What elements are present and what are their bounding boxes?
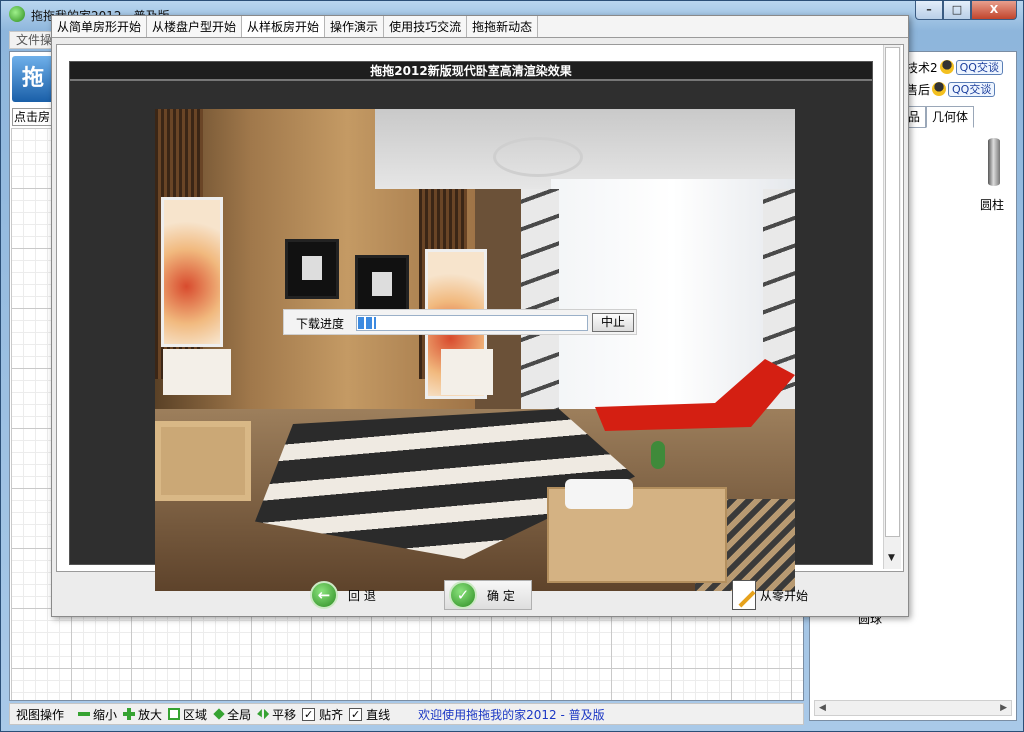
- scrollbar-thumb[interactable]: [885, 47, 900, 537]
- start-from-scratch-label: 从零开始: [760, 588, 809, 603]
- straight-line-checkbox[interactable]: ✓: [349, 707, 363, 721]
- snap-checkbox[interactable]: ✓: [302, 707, 316, 721]
- render-picture-frame: [355, 255, 409, 315]
- zoom-out-icon: [78, 708, 91, 720]
- region-icon: [168, 708, 181, 720]
- tab-tips[interactable]: 使用技巧交流: [384, 16, 468, 37]
- back-label: 回 退: [348, 588, 376, 603]
- tab-sample-room[interactable]: 从样板房开始: [242, 16, 326, 37]
- cylinder-label: 圆柱: [980, 198, 1005, 212]
- menu-file[interactable]: 文件操: [10, 33, 52, 47]
- stop-button[interactable]: 中止: [592, 313, 634, 332]
- dialog-content: 拖拖2012新版现代卧室高清渲染效果 下载进度 中止 ▼: [56, 44, 904, 591]
- qq-row-aftersales: 售后 QQ交谈: [906, 80, 996, 98]
- window-controls: – □ X: [915, 1, 1017, 21]
- app-icon: [9, 6, 25, 22]
- library-horizontal-scrollbar[interactable]: ◀ ▶: [814, 700, 1012, 716]
- zoom-in-icon: [123, 708, 136, 720]
- pan-icon: [257, 709, 270, 719]
- qq-penguin-icon: [939, 60, 954, 74]
- app-logo[interactable]: 拖: [12, 56, 54, 102]
- global-button[interactable]: 全局: [213, 706, 251, 723]
- zoom-out-label: 缩小: [93, 707, 118, 722]
- scroll-right-icon[interactable]: ▶: [1000, 703, 1007, 713]
- qq-chat-button[interactable]: QQ交谈: [948, 81, 996, 97]
- viewer-vertical-scrollbar[interactable]: ▼: [883, 45, 901, 569]
- welcome-message: 欢迎使用拖拖我的家2012 - 普及版: [418, 707, 605, 722]
- tab-news[interactable]: 拖拖新动态: [467, 16, 539, 37]
- snap-label: 贴齐: [319, 707, 344, 722]
- zoom-in-label: 放大: [138, 707, 163, 722]
- qq-penguin-icon: [932, 82, 947, 96]
- bedroom-render-image: [155, 109, 795, 591]
- straight-line-toggle[interactable]: ✓ 直线: [349, 706, 390, 723]
- qq-row-tech: 技术2 QQ交谈: [906, 58, 1003, 76]
- close-button[interactable]: X: [971, 1, 1017, 20]
- pan-label: 平移: [272, 707, 297, 722]
- back-arrow-icon: ←: [310, 581, 338, 609]
- view-ops-label: 视图操作: [16, 706, 64, 723]
- pan-button[interactable]: 平移: [257, 706, 296, 723]
- zoom-out-button[interactable]: 缩小: [78, 706, 117, 723]
- view-ops-text: 视图操作: [16, 707, 65, 722]
- main-window: 拖拖我的家2012 - 普及版 – □ X 文件操 拖 点击房间 技术2 QQ交…: [0, 0, 1024, 732]
- render-ceiling: [375, 109, 795, 189]
- library-tabs: 品 几何体: [902, 106, 975, 128]
- render-towels: [565, 479, 633, 509]
- cylinder-thumbnail[interactable]: [988, 138, 1000, 186]
- back-button[interactable]: ← 回 退: [310, 580, 376, 610]
- render-nightstand: [155, 421, 251, 501]
- region-button[interactable]: 区域: [168, 706, 207, 723]
- region-label: 区域: [183, 707, 208, 722]
- ok-button[interactable]: ✓ 确 定: [444, 580, 532, 610]
- scroll-left-icon[interactable]: ◀: [819, 703, 826, 713]
- status-bar: 视图操作 缩小 放大 区域 全局 平移 ✓ 贴齐 ✓ 直线 欢迎使用拖拖我的家2…: [9, 703, 804, 725]
- checkmark-icon: ✓: [449, 581, 477, 609]
- maximize-button[interactable]: □: [943, 1, 971, 20]
- tab-simple-room[interactable]: 从简单房形开始: [52, 16, 148, 37]
- click-room-hint: 点击房间: [12, 108, 56, 126]
- render-lamp: [441, 349, 493, 395]
- start-from-scratch-button[interactable]: 从零开始: [732, 580, 808, 610]
- dialog-tabs: 从简单房形开始 从楼盘户型开始 从样板房开始 操作演示 使用技巧交流 拖拖新动态: [52, 16, 908, 38]
- progress-label: 下载进度: [296, 317, 345, 331]
- download-progress: 下载进度 中止: [283, 309, 637, 335]
- tab-geometry[interactable]: 几何体: [926, 106, 975, 128]
- scroll-down-icon[interactable]: ▼: [888, 553, 895, 563]
- notepad-pencil-icon: [732, 580, 756, 610]
- viewer-title: 拖拖2012新版现代卧室高清渲染效果: [70, 62, 872, 81]
- straight-line-label: 直线: [366, 707, 391, 722]
- render-chandelier: [493, 137, 583, 177]
- qq-row-label: 售后: [906, 82, 931, 97]
- tab-floor-plan[interactable]: 从楼盘户型开始: [147, 16, 243, 37]
- tab-demo[interactable]: 操作演示: [325, 16, 385, 37]
- start-dialog: 从简单房形开始 从楼盘户型开始 从样板房开始 操作演示 使用技巧交流 拖拖新动态…: [51, 15, 909, 617]
- qq-row-label: 技术2: [906, 60, 938, 75]
- global-icon: [213, 708, 225, 720]
- render-lamp: [163, 349, 231, 395]
- qq-chat-button[interactable]: QQ交谈: [955, 59, 1003, 75]
- zoom-in-button[interactable]: 放大: [123, 706, 162, 723]
- global-label: 全局: [227, 707, 252, 722]
- progress-fill: [358, 317, 377, 329]
- render-cactus: [651, 441, 665, 469]
- render-flower-art: [161, 197, 223, 347]
- render-picture-frame: [285, 239, 339, 299]
- progress-track: [356, 315, 588, 331]
- minimize-button[interactable]: –: [915, 1, 943, 20]
- ok-label: 确 定: [487, 588, 515, 603]
- snap-toggle[interactable]: ✓ 贴齐: [302, 706, 343, 723]
